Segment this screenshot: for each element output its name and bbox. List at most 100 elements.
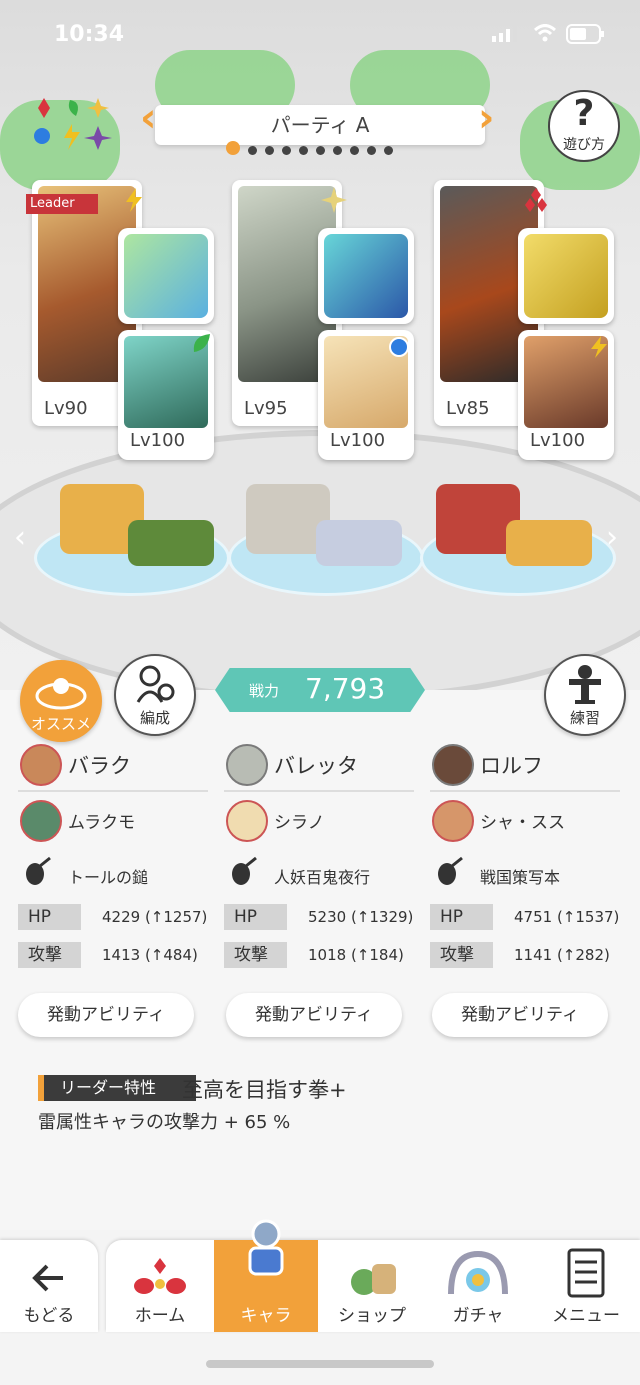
attack-value: 1141 (↑282) xyxy=(514,946,610,964)
attack-value: 1413 (↑484) xyxy=(102,946,198,964)
page-dot[interactable] xyxy=(333,146,342,155)
book-weapon-icon xyxy=(524,234,608,318)
member-level: Lv85 xyxy=(446,398,490,419)
leader-skill-tag: リーダー特性 xyxy=(38,1075,196,1101)
leader-skill-description: 雷属性キャラの攻撃力 + 65 % xyxy=(38,1112,291,1133)
menu-label: メニュー xyxy=(552,1306,620,1326)
page-dot[interactable] xyxy=(226,141,240,155)
practice-label: 練習 xyxy=(569,709,600,727)
next-party-button[interactable]: › xyxy=(478,95,494,141)
avatar xyxy=(226,800,268,842)
attack-label: 攻撃 xyxy=(224,942,314,968)
weapon-name: 人妖百鬼夜行 xyxy=(274,868,371,887)
practice-dummy-icon xyxy=(569,665,601,704)
weapon-slot-1[interactable] xyxy=(118,228,214,324)
nav-gacha[interactable]: ガチャ xyxy=(426,1240,530,1332)
sprite-stand xyxy=(128,520,214,566)
ability-button-3[interactable]: 発動アビリティ xyxy=(432,993,608,1037)
avatar xyxy=(20,744,62,786)
back-button[interactable]: もどる xyxy=(0,1240,98,1332)
prev-party-button[interactable]: ‹ xyxy=(140,95,156,141)
power-label: 戦力 xyxy=(249,682,280,700)
support-name: シャ・スス xyxy=(480,813,565,833)
status-time: 10:34 xyxy=(54,22,125,47)
formation-icon xyxy=(136,665,175,703)
weapon-slot-2[interactable] xyxy=(318,228,414,324)
support-level: Lv100 xyxy=(530,430,586,451)
hp-value: 4751 (↑1537) xyxy=(514,908,620,926)
hp-value: 5230 (↑1329) xyxy=(308,908,414,926)
sprite-stand xyxy=(506,520,592,566)
menu-icon xyxy=(567,1248,605,1298)
recommend-button[interactable]: オススメ xyxy=(20,660,102,742)
member-name: バレッタ xyxy=(274,754,358,778)
shop-label: ショップ xyxy=(338,1306,406,1326)
sprite-stand xyxy=(316,520,402,566)
thunder-element-icon xyxy=(120,186,148,214)
recommend-label: オススメ xyxy=(30,715,91,733)
leader-skill-name: 至高を目指す拳+ xyxy=(182,1078,347,1102)
hammer-weapon-icon xyxy=(124,234,208,318)
question-icon: ? xyxy=(573,93,595,134)
weapon-icon xyxy=(434,856,464,886)
page-dot[interactable] xyxy=(248,146,257,155)
page-dot[interactable] xyxy=(316,146,325,155)
scroll-weapon-icon xyxy=(324,234,408,318)
home-indicator[interactable] xyxy=(206,1360,434,1368)
leader-badge: Leader xyxy=(26,194,98,214)
shop-icon xyxy=(351,1264,396,1295)
weapon-name: 戦国策写本 xyxy=(480,868,561,887)
weapon-slot-3[interactable] xyxy=(518,228,614,324)
nav-shop[interactable]: ショップ xyxy=(320,1240,424,1332)
power-display: 戦力 7,793 xyxy=(215,668,425,712)
attack-label: 攻撃 xyxy=(430,942,520,968)
page-dot[interactable] xyxy=(384,146,393,155)
avatar xyxy=(226,744,268,786)
support-name: シラノ xyxy=(274,813,325,833)
element-filter-icon[interactable] xyxy=(30,96,112,150)
page-dot[interactable] xyxy=(350,146,359,155)
hp-value: 4229 (↑1257) xyxy=(102,908,208,926)
leaf-element-icon xyxy=(188,330,214,356)
ability-button-2[interactable]: 発動アビリティ xyxy=(226,993,402,1037)
member-level: Lv90 xyxy=(44,398,88,419)
hp-label: HP xyxy=(430,904,520,930)
scroll-right-icon[interactable]: › xyxy=(606,520,618,555)
support-level: Lv100 xyxy=(130,430,186,451)
gacha-label: ガチャ xyxy=(452,1306,504,1326)
support-level: Lv100 xyxy=(330,430,386,451)
hp-label: HP xyxy=(18,904,108,930)
battery-icon xyxy=(566,24,606,44)
nav-home[interactable]: ホーム xyxy=(108,1240,212,1332)
practice-button[interactable]: 練習 xyxy=(544,654,626,736)
attack-value: 1018 (↑184) xyxy=(308,946,404,964)
avatar xyxy=(432,744,474,786)
ability-button-1[interactable]: 発動アビリティ xyxy=(18,993,194,1037)
hp-label: HP xyxy=(224,904,314,930)
divider xyxy=(18,790,208,792)
support-name: ムラクモ xyxy=(68,813,136,833)
formation-button[interactable]: 編成 xyxy=(114,654,196,736)
power-value: 7,793 xyxy=(305,672,386,705)
formation-label: 編成 xyxy=(139,709,170,727)
party-title: パーティ A xyxy=(155,105,485,145)
nav-chara[interactable]: キャラ xyxy=(214,1219,318,1332)
water-element-icon xyxy=(388,336,410,358)
fire-element-icon xyxy=(522,186,550,214)
recommend-icon xyxy=(35,678,87,710)
help-button[interactable]: ? 遊び方 xyxy=(548,90,620,162)
page-dot[interactable] xyxy=(282,146,291,155)
back-arrow-icon xyxy=(32,1264,63,1292)
help-label: 遊び方 xyxy=(563,137,605,153)
page-dot[interactable] xyxy=(265,146,274,155)
party-page-indicator[interactable] xyxy=(226,140,416,155)
scroll-left-icon[interactable]: ‹ xyxy=(14,520,26,555)
page-dot[interactable] xyxy=(299,146,308,155)
member-name: ロルフ xyxy=(480,754,543,778)
divider xyxy=(430,790,620,792)
weapon-icon xyxy=(228,856,258,886)
home-label: ホーム xyxy=(134,1306,186,1326)
back-label: もどる xyxy=(23,1306,75,1326)
nav-menu[interactable]: メニュー xyxy=(532,1240,640,1332)
page-dot[interactable] xyxy=(367,146,376,155)
